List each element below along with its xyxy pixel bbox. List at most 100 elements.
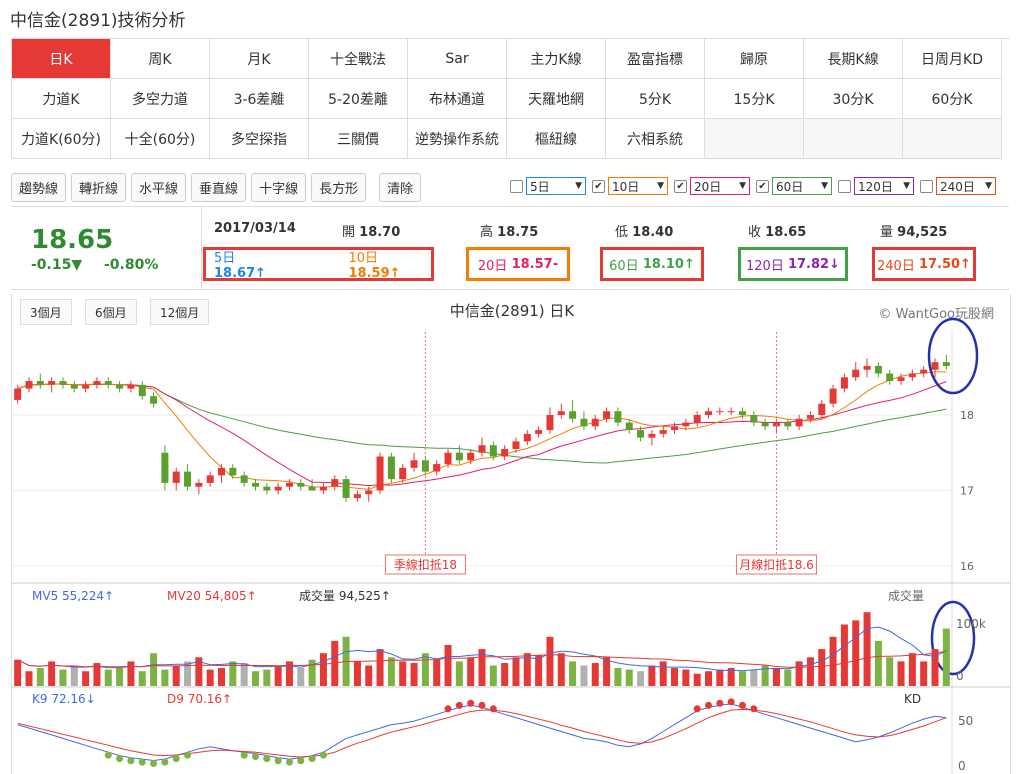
tab-item[interactable]: 月K [210,39,309,79]
volume-tick: 0 [956,669,964,683]
candle [353,494,361,498]
ma-period-select[interactable]: 5日 ▼ [526,177,586,195]
y-tick-label: 16 [960,560,974,573]
candle [648,433,656,438]
candle [308,486,316,491]
tab-item[interactable]: 力道K [12,79,111,119]
tab-item[interactable]: 周K [111,39,210,79]
candle [546,415,554,431]
candle [501,448,509,457]
candle [25,381,33,389]
candle [603,411,611,419]
candle [274,486,282,491]
ma-period-select[interactable]: 10日 ▼ [608,177,668,195]
volume-bar [682,669,690,686]
candle [127,384,135,389]
volume-label: 成交量 94,525↑ [299,588,391,603]
volume-bar [512,657,520,686]
candle [750,415,758,423]
volume-bar [410,663,418,686]
tab-item[interactable]: 5-20差離 [309,79,408,119]
overbought-dot [455,701,463,709]
toolbar-button[interactable]: 水平線 [131,173,187,202]
ma-period-select[interactable]: 240日 ▼ [936,177,996,195]
ma-checkbox[interactable] [920,179,933,193]
tab-item[interactable]: 日周月KD [903,39,1002,79]
tab-item[interactable]: 力道K(60分) [12,119,111,159]
chevron-down-icon: ▼ [985,181,992,191]
annotation-label: 月線扣抵18.6 [739,557,814,572]
d-line [17,708,947,758]
candle [897,377,905,382]
candle [195,482,203,487]
tab-item[interactable]: 多空探指 [210,119,309,159]
candle [659,430,667,434]
price-chart: 18 17 16 季線扣抵18 月線扣抵18.6 MV5 55,224↑ MV20 54,8… [12,317,1010,774]
ma-period-select[interactable]: 60日 ▼ [772,177,832,195]
ma-checkbox[interactable]: ✔ [592,179,605,193]
tab-item[interactable]: 多空力道 [111,79,210,119]
volume-bar [138,671,146,686]
annotation-label: 季線扣抵18 [394,557,457,572]
tab-item[interactable]: 3-6差離 [210,79,309,119]
volume-bar [353,661,361,686]
toolbar-button[interactable]: 轉折線 [71,173,127,202]
toolbar-button[interactable]: 垂直線 [191,173,247,202]
candle [705,411,713,415]
tab-item[interactable]: 長期K線 [804,39,903,79]
ma60-value: 60日 18.10↑ [600,247,704,281]
tab-item[interactable]: 30分K [804,79,903,119]
candle [319,486,327,491]
tab-item[interactable]: 逆勢操作系統 [408,119,507,159]
tab-item[interactable]: 三關價 [309,119,408,159]
ma-period-label: 120日 [858,179,893,194]
tab-item[interactable]: Sar [408,39,507,79]
kd-tick: 50 [958,714,973,728]
toolbar-button[interactable]: 十字線 [251,173,307,202]
ma-checkbox[interactable] [510,179,523,193]
ma-checkbox[interactable]: ✔ [756,179,769,193]
tab-item[interactable]: 日K [12,39,111,79]
toolbar-button[interactable]: 清除 [379,173,422,202]
toolbar-button[interactable]: 長方形 [311,173,367,202]
ma-checkbox[interactable]: ✔ [674,179,687,193]
tab-item[interactable]: 主力K線 [507,39,606,79]
volume-bar [172,665,180,686]
ma20-value: 20日 18.57- [466,247,570,281]
overbought-dot [727,698,735,706]
oversold-dot [127,757,135,765]
tab-item[interactable]: 5分K [606,79,705,119]
volume-bar [591,663,599,686]
tab-item[interactable]: 天羅地網 [507,79,606,119]
volume-bar [206,669,214,686]
candle [467,452,475,461]
quote-panel: 18.65 -0.15▼ -0.80% 2017/03/14 開 18.70 高… [11,206,1009,290]
tab-item[interactable]: 歸原 [705,39,804,79]
overbought-dot [489,705,497,713]
ma-checkbox[interactable] [838,179,851,193]
toolbar-button[interactable]: 趨勢線 [11,173,67,202]
volume-bar [150,653,158,686]
volume-bar [297,667,305,686]
tab-item[interactable]: 15分K [705,79,804,119]
ma-period-select[interactable]: 20日 ▼ [690,177,750,195]
y-tick-label: 18 [960,409,974,422]
tab-item[interactable]: 六相系統 [606,119,705,159]
candle [591,418,599,427]
candle [863,365,871,370]
ma-box-5-10: 5日 18.67↑ 10日 18.59↑ [203,247,434,281]
volume: 量 94,525 [880,225,948,240]
tab-item[interactable]: 盈富指標 [606,39,705,79]
tab-item[interactable]: 十全戰法 [309,39,408,79]
overbought-dot [716,699,724,707]
tab-item[interactable]: 十全(60分) [111,119,210,159]
oversold-dot [285,758,293,766]
ma-period-label: 60日 [776,179,804,194]
tab-item[interactable]: 60分K [903,79,1002,119]
ma-period-select[interactable]: 120日 ▼ [854,177,914,195]
volume-bar [908,653,916,686]
volume-bar [59,669,67,686]
tab-row: 力道K 多空力道 3-6差離 5-20差離 布林通道 天羅地網 5分K 15分K 30分K 60分… [12,79,1010,119]
tab-item[interactable]: 布林通道 [408,79,507,119]
tab-item[interactable]: 樞紐線 [507,119,606,159]
